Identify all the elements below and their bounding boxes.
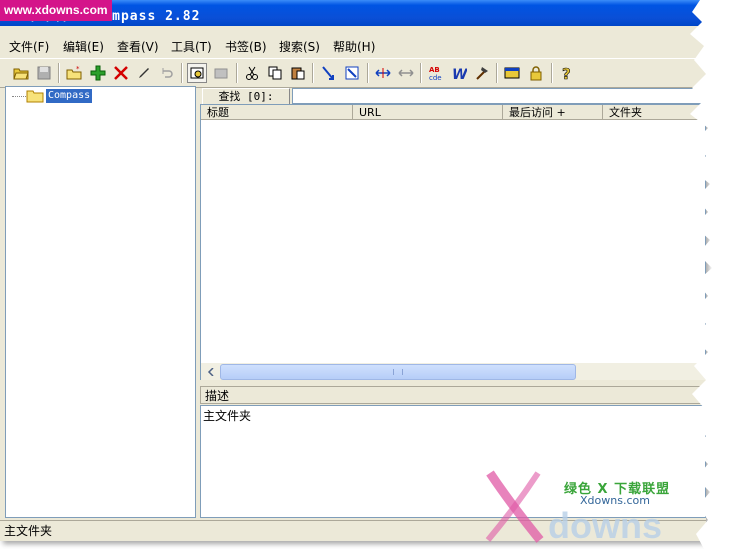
menu-file[interactable]: 文件(F) xyxy=(9,38,49,55)
undo-icon[interactable] xyxy=(157,63,177,83)
window-icon[interactable] xyxy=(502,63,522,83)
open-folder-icon[interactable] xyxy=(11,63,31,83)
horizontal-scrollbar[interactable] xyxy=(201,363,706,380)
menu-edit[interactable]: 编辑(E) xyxy=(63,38,104,55)
title-bar[interactable]: 未命名 - Compass 2.82 www.xdowns.com xyxy=(0,0,706,26)
svg-text:?: ? xyxy=(562,65,571,81)
chevron-left-icon xyxy=(207,367,214,376)
import-icon[interactable] xyxy=(318,63,338,83)
spell-check-icon[interactable]: AB cde xyxy=(426,63,446,83)
tree-item-root[interactable]: Compass xyxy=(46,89,93,103)
menu-view[interactable]: 查看(V) xyxy=(117,38,159,55)
svg-text:*: * xyxy=(76,65,80,73)
delete-icon[interactable] xyxy=(111,63,131,83)
word-icon[interactable]: W xyxy=(449,63,469,83)
tools-icon[interactable] xyxy=(472,63,492,83)
watermark: www.xdowns.com xyxy=(0,0,112,21)
help-icon[interactable]: ? xyxy=(557,63,577,83)
column-url[interactable]: URL xyxy=(353,105,503,120)
scroll-thumb[interactable] xyxy=(220,364,576,380)
lock-icon[interactable] xyxy=(526,63,546,83)
svg-text:AB: AB xyxy=(429,66,440,74)
svg-text:downs: downs xyxy=(548,505,662,546)
new-folder-icon[interactable]: * xyxy=(64,63,84,83)
folder-icon xyxy=(26,90,44,103)
folder-tree[interactable]: Compass xyxy=(5,86,196,518)
torn-edge xyxy=(686,0,741,549)
main-window: 未命名 - Compass 2.82 www.xdowns.com 文件(F) … xyxy=(0,0,706,541)
menu-search[interactable]: 搜索(S) xyxy=(279,38,320,55)
bookmark-list[interactable]: 标题 URL 最后访问 + 文件夹 xyxy=(200,104,706,380)
cut-icon[interactable] xyxy=(242,63,262,83)
menu-help[interactable]: 帮助(H) xyxy=(333,38,375,55)
scroll-left-button[interactable] xyxy=(203,364,218,379)
description-header: 描述 xyxy=(200,386,706,404)
expand-icon[interactable] xyxy=(373,63,393,83)
search-input[interactable] xyxy=(292,88,706,104)
column-last-visited[interactable]: 最后访问 + xyxy=(503,105,603,120)
toolbar: * AB cde W ? xyxy=(0,58,706,88)
menu-bookmarks[interactable]: 书签(B) xyxy=(225,38,267,55)
view-icon[interactable] xyxy=(187,63,207,83)
svg-text:W: W xyxy=(452,67,467,81)
menu-bar: 文件(F) 编辑(E) 查看(V) 工具(T) 书签(B) 搜索(S) 帮助(H… xyxy=(0,36,706,56)
copy-icon[interactable] xyxy=(265,63,285,83)
svg-text:cde: cde xyxy=(429,74,442,81)
edit-icon[interactable] xyxy=(134,63,154,83)
right-pane: 查找 [0]: 标题 URL 最后访问 + 文件夹 描述 主文件夹 xyxy=(200,86,706,518)
collapse-icon[interactable] xyxy=(396,63,416,83)
add-icon[interactable] xyxy=(88,63,108,83)
column-title[interactable]: 标题 xyxy=(201,105,353,120)
paste-icon[interactable] xyxy=(288,63,308,83)
properties-icon[interactable] xyxy=(211,63,231,83)
menu-tools[interactable]: 工具(T) xyxy=(171,38,212,55)
site-logo: downs 绿色 X 下载联盟 Xdowns.com xyxy=(480,468,730,546)
logo-text-en: Xdowns.com xyxy=(580,494,650,507)
save-icon[interactable] xyxy=(34,63,54,83)
export-icon[interactable] xyxy=(342,63,362,83)
